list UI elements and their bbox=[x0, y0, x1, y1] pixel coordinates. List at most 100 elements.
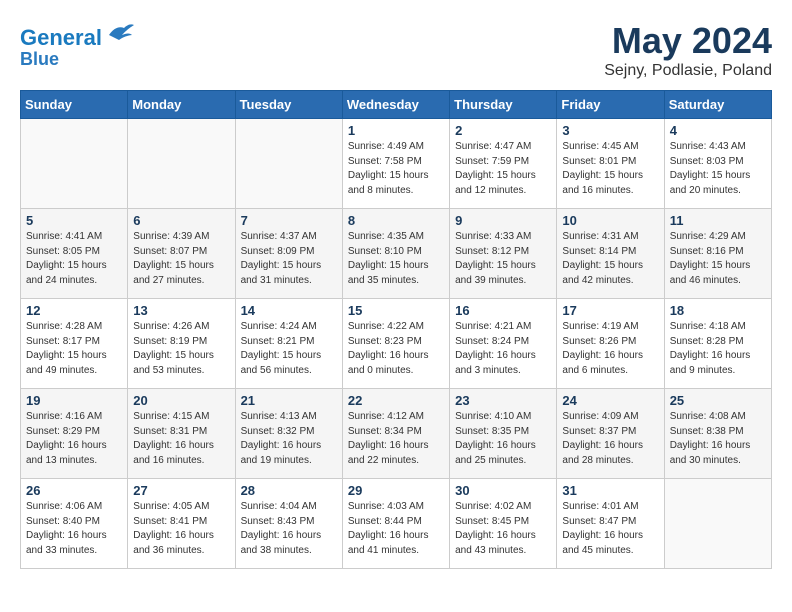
week-row-1: 1 Sunrise: 4:49 AM Sunset: 7:58 PM Daylig… bbox=[21, 119, 772, 209]
day-info: Sunrise: 4:12 AM Sunset: 8:34 PM Dayligh… bbox=[348, 410, 444, 468]
day-info: Sunrise: 4:29 AM Sunset: 8:16 PM Dayligh… bbox=[670, 230, 766, 288]
calendar-cell: 7 Sunrise: 4:37 AM Sunset: 8:09 PM Daylig… bbox=[235, 209, 342, 299]
day-info: Sunrise: 4:19 AM Sunset: 8:26 PM Dayligh… bbox=[562, 320, 658, 378]
day-info: Sunrise: 4:45 AM Sunset: 8:01 PM Dayligh… bbox=[562, 140, 658, 198]
day-info: Sunrise: 4:49 AM Sunset: 7:58 PM Dayligh… bbox=[348, 140, 444, 198]
day-info: Sunrise: 4:16 AM Sunset: 8:29 PM Dayligh… bbox=[26, 410, 122, 468]
day-number: 14 bbox=[241, 303, 337, 318]
day-info: Sunrise: 4:37 AM Sunset: 8:09 PM Dayligh… bbox=[241, 230, 337, 288]
day-number: 2 bbox=[455, 123, 551, 138]
calendar-cell: 14 Sunrise: 4:24 AM Sunset: 8:21 PM Dayli… bbox=[235, 299, 342, 389]
day-number: 20 bbox=[133, 393, 229, 408]
day-info: Sunrise: 4:41 AM Sunset: 8:05 PM Dayligh… bbox=[26, 230, 122, 288]
calendar-header: SundayMondayTuesdayWednesdayThursdayFrid… bbox=[21, 91, 772, 119]
day-number: 3 bbox=[562, 123, 658, 138]
day-number: 16 bbox=[455, 303, 551, 318]
calendar-cell: 4Sunrise: 4:43 AM Sunset: 8:03 PM Daylig… bbox=[664, 119, 771, 209]
month-title: May 2024 bbox=[604, 20, 772, 62]
day-number: 18 bbox=[670, 303, 766, 318]
calendar-cell: 8 Sunrise: 4:35 AM Sunset: 8:10 PM Daylig… bbox=[342, 209, 449, 299]
day-number: 21 bbox=[241, 393, 337, 408]
day-number: 7 bbox=[241, 213, 337, 228]
day-number: 27 bbox=[133, 483, 229, 498]
day-info: Sunrise: 4:21 AM Sunset: 8:24 PM Dayligh… bbox=[455, 320, 551, 378]
header-row: SundayMondayTuesdayWednesdayThursdayFrid… bbox=[21, 91, 772, 119]
day-number: 4 bbox=[670, 123, 766, 138]
calendar-cell: 10Sunrise: 4:31 AM Sunset: 8:14 PM Dayli… bbox=[557, 209, 664, 299]
calendar-cell: 24 Sunrise: 4:09 AM Sunset: 8:37 PM Dayli… bbox=[557, 389, 664, 479]
day-number: 12 bbox=[26, 303, 122, 318]
day-number: 29 bbox=[348, 483, 444, 498]
day-number: 26 bbox=[26, 483, 122, 498]
day-number: 30 bbox=[455, 483, 551, 498]
day-number: 10 bbox=[562, 213, 658, 228]
day-info: Sunrise: 4:28 AM Sunset: 8:17 PM Dayligh… bbox=[26, 320, 122, 378]
calendar-cell: 2Sunrise: 4:47 AM Sunset: 7:59 PM Daylig… bbox=[450, 119, 557, 209]
header-cell-wednesday: Wednesday bbox=[342, 91, 449, 119]
calendar-cell: 1 Sunrise: 4:49 AM Sunset: 7:58 PM Daylig… bbox=[342, 119, 449, 209]
calendar-cell bbox=[235, 119, 342, 209]
day-number: 25 bbox=[670, 393, 766, 408]
week-row-5: 26 Sunrise: 4:06 AM Sunset: 8:40 PM Dayli… bbox=[21, 479, 772, 569]
day-number: 15 bbox=[348, 303, 444, 318]
day-number: 1 bbox=[348, 123, 444, 138]
day-info: Sunrise: 4:08 AM Sunset: 8:38 PM Dayligh… bbox=[670, 410, 766, 468]
day-info: Sunrise: 4:15 AM Sunset: 8:31 PM Dayligh… bbox=[133, 410, 229, 468]
day-info: Sunrise: 4:10 AM Sunset: 8:35 PM Dayligh… bbox=[455, 410, 551, 468]
calendar-cell: 27 Sunrise: 4:05 AM Sunset: 8:41 PM Dayli… bbox=[128, 479, 235, 569]
day-info: Sunrise: 4:09 AM Sunset: 8:37 PM Dayligh… bbox=[562, 410, 658, 468]
day-number: 5 bbox=[26, 213, 122, 228]
header-cell-friday: Friday bbox=[557, 91, 664, 119]
day-info: Sunrise: 4:33 AM Sunset: 8:12 PM Dayligh… bbox=[455, 230, 551, 288]
day-info: Sunrise: 4:06 AM Sunset: 8:40 PM Dayligh… bbox=[26, 500, 122, 558]
day-number: 19 bbox=[26, 393, 122, 408]
calendar-cell: 21 Sunrise: 4:13 AM Sunset: 8:32 PM Dayli… bbox=[235, 389, 342, 479]
day-info: Sunrise: 4:13 AM Sunset: 8:32 PM Dayligh… bbox=[241, 410, 337, 468]
calendar-cell: 31 Sunrise: 4:01 AM Sunset: 8:47 PM Dayli… bbox=[557, 479, 664, 569]
calendar-cell: 11 Sunrise: 4:29 AM Sunset: 8:16 PM Dayli… bbox=[664, 209, 771, 299]
day-number: 9 bbox=[455, 213, 551, 228]
calendar-cell: 20 Sunrise: 4:15 AM Sunset: 8:31 PM Dayli… bbox=[128, 389, 235, 479]
calendar-cell: 30 Sunrise: 4:02 AM Sunset: 8:45 PM Dayli… bbox=[450, 479, 557, 569]
calendar-cell bbox=[21, 119, 128, 209]
calendar-cell: 13 Sunrise: 4:26 AM Sunset: 8:19 PM Dayli… bbox=[128, 299, 235, 389]
calendar-cell: 16 Sunrise: 4:21 AM Sunset: 8:24 PM Dayli… bbox=[450, 299, 557, 389]
calendar-cell: 26 Sunrise: 4:06 AM Sunset: 8:40 PM Dayli… bbox=[21, 479, 128, 569]
day-number: 6 bbox=[133, 213, 229, 228]
day-number: 23 bbox=[455, 393, 551, 408]
day-number: 8 bbox=[348, 213, 444, 228]
day-info: Sunrise: 4:35 AM Sunset: 8:10 PM Dayligh… bbox=[348, 230, 444, 288]
calendar-cell bbox=[128, 119, 235, 209]
day-number: 22 bbox=[348, 393, 444, 408]
day-info: Sunrise: 4:03 AM Sunset: 8:44 PM Dayligh… bbox=[348, 500, 444, 558]
day-info: Sunrise: 4:05 AM Sunset: 8:41 PM Dayligh… bbox=[133, 500, 229, 558]
header-cell-saturday: Saturday bbox=[664, 91, 771, 119]
calendar-cell: 12 Sunrise: 4:28 AM Sunset: 8:17 PM Dayli… bbox=[21, 299, 128, 389]
day-info: Sunrise: 4:39 AM Sunset: 8:07 PM Dayligh… bbox=[133, 230, 229, 288]
day-info: Sunrise: 4:22 AM Sunset: 8:23 PM Dayligh… bbox=[348, 320, 444, 378]
week-row-4: 19 Sunrise: 4:16 AM Sunset: 8:29 PM Dayli… bbox=[21, 389, 772, 479]
calendar-cell: 28Sunrise: 4:04 AM Sunset: 8:43 PM Dayli… bbox=[235, 479, 342, 569]
calendar-cell: 6 Sunrise: 4:39 AM Sunset: 8:07 PM Daylig… bbox=[128, 209, 235, 299]
calendar-cell: 9 Sunrise: 4:33 AM Sunset: 8:12 PM Daylig… bbox=[450, 209, 557, 299]
day-number: 24 bbox=[562, 393, 658, 408]
day-number: 11 bbox=[670, 213, 766, 228]
day-info: Sunrise: 4:04 AM Sunset: 8:43 PM Dayligh… bbox=[241, 500, 337, 558]
day-info: Sunrise: 4:01 AM Sunset: 8:47 PM Dayligh… bbox=[562, 500, 658, 558]
day-info: Sunrise: 4:26 AM Sunset: 8:19 PM Dayligh… bbox=[133, 320, 229, 378]
day-info: Sunrise: 4:02 AM Sunset: 8:45 PM Dayligh… bbox=[455, 500, 551, 558]
day-number: 13 bbox=[133, 303, 229, 318]
calendar-cell: 17Sunrise: 4:19 AM Sunset: 8:26 PM Dayli… bbox=[557, 299, 664, 389]
calendar-cell: 22 Sunrise: 4:12 AM Sunset: 8:34 PM Dayli… bbox=[342, 389, 449, 479]
calendar-table: SundayMondayTuesdayWednesdayThursdayFrid… bbox=[20, 90, 772, 569]
title-block: May 2024 Sejny, Podlasie, Poland bbox=[604, 20, 772, 80]
calendar-cell: 5 Sunrise: 4:41 AM Sunset: 8:05 PM Daylig… bbox=[21, 209, 128, 299]
day-number: 31 bbox=[562, 483, 658, 498]
calendar-body: 1 Sunrise: 4:49 AM Sunset: 7:58 PM Daylig… bbox=[21, 119, 772, 569]
header-cell-sunday: Sunday bbox=[21, 91, 128, 119]
logo-text: General bbox=[20, 20, 134, 50]
page-header: General Blue May 2024 Sejny, Podlasie, P… bbox=[20, 20, 772, 80]
calendar-cell: 15 Sunrise: 4:22 AM Sunset: 8:23 PM Dayli… bbox=[342, 299, 449, 389]
day-info: Sunrise: 4:24 AM Sunset: 8:21 PM Dayligh… bbox=[241, 320, 337, 378]
week-row-2: 5 Sunrise: 4:41 AM Sunset: 8:05 PM Daylig… bbox=[21, 209, 772, 299]
